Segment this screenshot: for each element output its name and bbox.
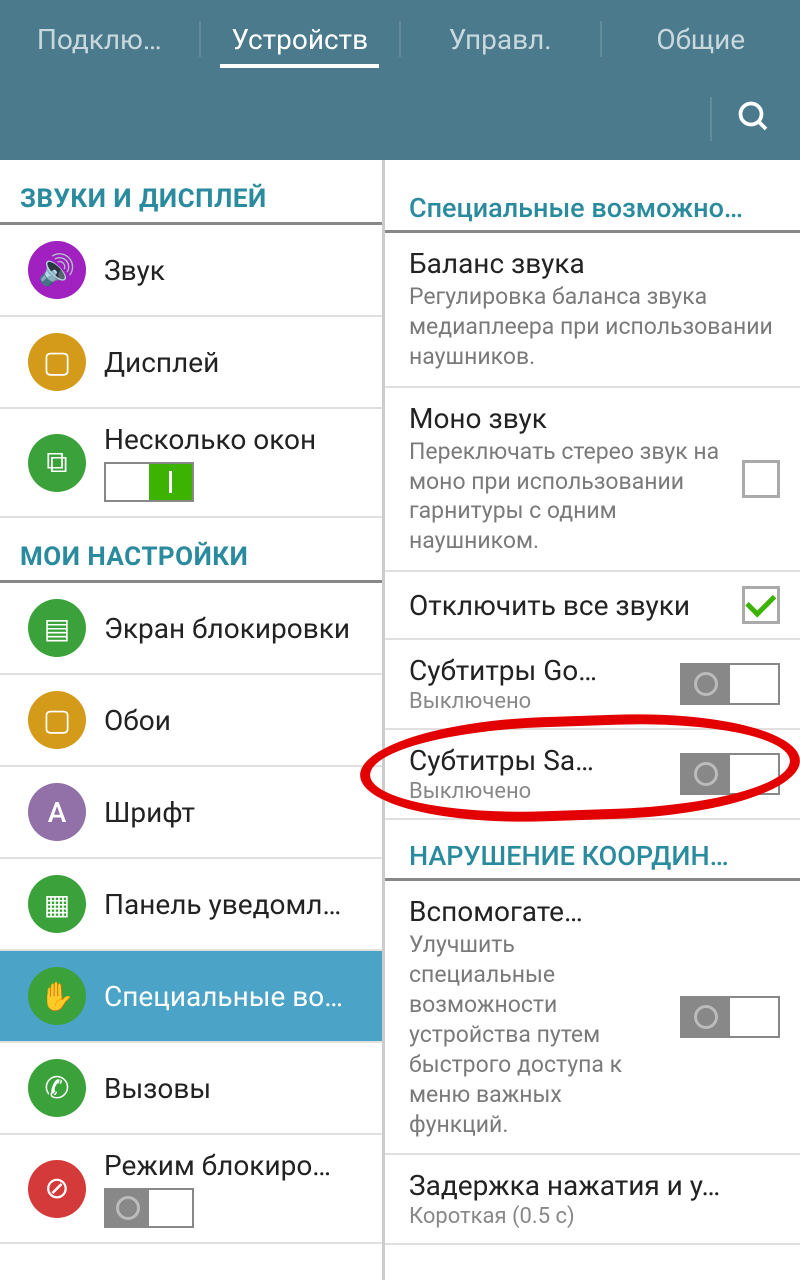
- tab-controls[interactable]: Управл.: [401, 1, 600, 78]
- toggle[interactable]: [104, 462, 194, 502]
- sidebar-item-label: Вызовы: [104, 1072, 366, 1105]
- sidebar-item[interactable]: Панель уведомл…: [0, 859, 382, 951]
- sidebar-item-label: Несколько окон: [104, 423, 366, 456]
- sidebar-item[interactable]: Дисплей: [0, 317, 382, 409]
- sidebar-item[interactable]: Обои: [0, 675, 382, 767]
- tab-general[interactable]: Общие: [602, 1, 800, 78]
- sound-icon: [28, 241, 86, 299]
- access-icon: [28, 967, 86, 1025]
- settings-item[interactable]: Моно звукПереключать стерео звук на моно…: [385, 388, 800, 573]
- switch[interactable]: [680, 753, 780, 795]
- settings-item-title: Баланс звука: [409, 247, 780, 280]
- call-icon: [28, 1059, 86, 1117]
- display-icon: [28, 333, 86, 391]
- sidebar-item[interactable]: Режим блокиро…: [0, 1135, 382, 1244]
- font-icon: [28, 783, 86, 841]
- sidebar-item[interactable]: Несколько окон: [0, 409, 382, 518]
- accessibility-heading: Специальные возможно…: [385, 172, 800, 230]
- settings-item[interactable]: Субтитры Go…Выключено: [385, 640, 800, 730]
- sidebar-item[interactable]: Шрифт: [0, 767, 382, 859]
- lock-icon: [28, 599, 86, 657]
- settings-item[interactable]: Отключить все звуки: [385, 572, 800, 640]
- settings-item-title: Задержка нажатия и у…: [409, 1169, 780, 1202]
- sidebar-item-label: Экран блокировки: [104, 612, 366, 645]
- section-title: ЗВУКИ И ДИСПЛЕЙ: [0, 160, 382, 222]
- sidebar-item-label: Звук: [104, 254, 366, 287]
- settings-item-subtitle: Короткая (0.5 с): [409, 1204, 780, 1229]
- separator: [710, 97, 712, 141]
- checkbox[interactable]: [742, 460, 780, 498]
- tab-bar: Подклю… Устройств Управл. Общие: [0, 0, 800, 78]
- block-icon: [28, 1160, 86, 1218]
- settings-item-desc: Переключать стерео звук на моно при испо…: [409, 437, 728, 557]
- sidebar-item[interactable]: Специальные во…: [0, 951, 382, 1043]
- sidebar-item-label: Режим блокиро…: [104, 1149, 366, 1182]
- right-panel: Специальные возможно…Баланс звукаРегулир…: [385, 160, 800, 1280]
- settings-item-title: Субтитры Go…: [409, 654, 666, 687]
- sidebar-item[interactable]: Звук: [0, 225, 382, 317]
- sidebar-item-label: Обои: [104, 704, 366, 737]
- settings-item-title: Моно звук: [409, 402, 728, 435]
- switch[interactable]: [680, 996, 780, 1038]
- notif-icon: [28, 875, 86, 933]
- search-icon[interactable]: [736, 99, 772, 139]
- settings-item[interactable]: Задержка нажатия и у…Короткая (0.5 с): [385, 1155, 800, 1245]
- sidebar-item-label: Дисплей: [104, 346, 366, 379]
- tab-device[interactable]: Устройств: [201, 1, 400, 78]
- left-panel: ЗВУКИ И ДИСПЛЕЙ Звук Дисплей Несколько окон…: [0, 160, 385, 1280]
- settings-item-desc: Регулировка баланса звука медиаплеера пр…: [409, 282, 780, 372]
- settings-item-subtitle: Выключено: [409, 779, 666, 804]
- settings-item-title: Вспомогате…: [409, 895, 666, 928]
- sidebar-item-label: Специальные во…: [104, 980, 366, 1013]
- toggle[interactable]: [104, 1188, 194, 1228]
- section-title: МОИ НАСТРОЙКИ: [0, 518, 382, 580]
- settings-item-desc: Улучшить специальные возможности устройс…: [409, 930, 666, 1139]
- settings-item[interactable]: Субтитры Sa…Выключено: [385, 730, 800, 820]
- wall-icon: [28, 691, 86, 749]
- settings-item-title: Субтитры Sa…: [409, 744, 666, 777]
- sidebar-item-label: Шрифт: [104, 796, 366, 829]
- content: ЗВУКИ И ДИСПЛЕЙ Звук Дисплей Несколько окон…: [0, 160, 800, 1280]
- switch[interactable]: [680, 663, 780, 705]
- sidebar-item-label: Панель уведомл…: [104, 888, 366, 921]
- settings-item-title: Отключить все звуки: [409, 589, 728, 622]
- settings-item-subtitle: Выключено: [409, 689, 666, 714]
- tab-connections[interactable]: Подклю…: [0, 1, 199, 78]
- sidebar-item[interactable]: Вызовы: [0, 1043, 382, 1135]
- checkbox[interactable]: [742, 586, 780, 624]
- dexterity-heading: НАРУШЕНИЕ КООРДИН…: [385, 820, 800, 878]
- settings-item[interactable]: Баланс звукаРегулировка баланса звука ме…: [385, 233, 800, 388]
- settings-item[interactable]: Вспомогате…Улучшить специальные возможно…: [385, 881, 800, 1155]
- sidebar-item[interactable]: Экран блокировки: [0, 583, 382, 675]
- header: Подклю… Устройств Управл. Общие: [0, 0, 800, 160]
- search-bar: [0, 78, 800, 160]
- multi-icon: [28, 434, 86, 492]
